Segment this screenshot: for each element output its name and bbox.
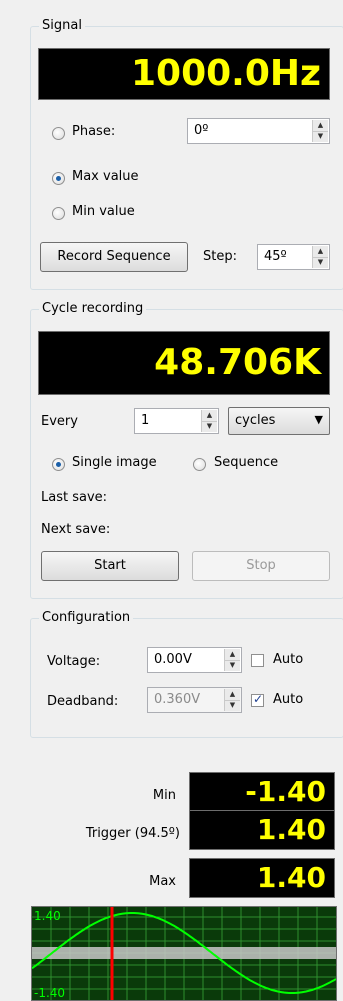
cycle-count-display: 48.706K — [38, 331, 330, 395]
cycle-recording-title: Cycle recording — [39, 301, 147, 316]
voltage-spinner-arrows: ▲ ▼ — [224, 649, 240, 671]
spinner-down-icon[interactable]: ▼ — [202, 421, 217, 432]
waveform-top-label: 1.40 — [34, 909, 61, 923]
step-label: Step: — [203, 249, 237, 264]
every-label: Every — [41, 414, 78, 429]
every-spinner[interactable]: 1 ▲ ▼ — [134, 408, 219, 434]
deadband-auto-checkbox[interactable]: ✓ — [251, 692, 264, 707]
chevron-down-icon: ▼ — [314, 413, 323, 426]
deadband-value[interactable]: 0.360V — [154, 692, 200, 707]
deadband-label: Deadband: — [47, 694, 119, 709]
deadband-auto-label: Auto — [273, 692, 304, 707]
record-sequence-button[interactable]: Record Sequence — [40, 242, 188, 272]
step-value[interactable]: 45º — [264, 249, 287, 264]
deadband-spinner[interactable]: 0.360V ▲ ▼ — [147, 687, 242, 713]
configuration-group: Configuration — [30, 610, 343, 738]
min-label: Min — [152, 788, 176, 803]
every-spinner-arrows: ▲ ▼ — [201, 410, 217, 432]
single-image-radio[interactable] — [52, 458, 65, 471]
voltage-auto-label: Auto — [273, 652, 304, 667]
next-save-label: Next save: — [41, 522, 111, 537]
trigger-label: Trigger (94.5º) — [85, 826, 180, 841]
voltage-value[interactable]: 0.00V — [154, 652, 192, 667]
sequence-radio[interactable] — [193, 458, 206, 471]
spinner-down-icon[interactable]: ▼ — [313, 131, 328, 142]
voltage-label: Voltage: — [47, 654, 101, 669]
cycle-unit-value: cycles — [235, 413, 276, 428]
deadband-band — [32, 947, 336, 959]
frequency-display: 1000.0Hz — [38, 48, 330, 100]
last-save-label: Last save: — [41, 490, 108, 505]
signal-group-title: Signal — [39, 18, 85, 33]
waveform-plot: 1.40 -1.40 — [32, 907, 336, 1000]
waveform-panel: 1.40 -1.40 — [31, 906, 337, 1001]
max-value-radio[interactable] — [52, 172, 65, 185]
checkmark-icon: ✓ — [253, 692, 264, 706]
min-readout: -1.40 — [189, 772, 335, 812]
voltage-spinner[interactable]: 0.00V ▲ ▼ — [147, 647, 242, 673]
waveform-bottom-label: -1.40 — [34, 986, 65, 1000]
trigger-readout: 1.40 — [189, 810, 335, 850]
step-spinner[interactable]: 45º ▲ ▼ — [257, 244, 330, 270]
min-value-label: Min value — [72, 204, 135, 219]
sequence-label: Sequence — [214, 455, 279, 470]
phase-spinner[interactable]: 0º ▲ ▼ — [187, 118, 330, 144]
spinner-down-icon[interactable]: ▼ — [225, 660, 240, 671]
spinner-down-icon[interactable]: ▼ — [225, 700, 240, 711]
start-button[interactable]: Start — [41, 551, 179, 581]
step-spinner-arrows: ▲ ▼ — [312, 246, 328, 268]
spinner-down-icon[interactable]: ▼ — [313, 257, 328, 268]
voltage-auto-checkbox[interactable] — [251, 654, 264, 667]
min-value-radio[interactable] — [52, 207, 65, 220]
cycle-unit-select[interactable]: cycles ▼ — [228, 407, 330, 435]
phase-label: Phase: — [72, 124, 116, 139]
max-label: Max — [149, 874, 176, 889]
deadband-spinner-arrows: ▲ ▼ — [224, 689, 240, 711]
phase-spinner-arrows: ▲ ▼ — [312, 120, 328, 142]
stop-button[interactable]: Stop — [192, 551, 330, 581]
phase-value[interactable]: 0º — [194, 123, 208, 138]
configuration-title: Configuration — [39, 610, 134, 625]
max-readout: 1.40 — [189, 858, 335, 898]
phase-radio[interactable] — [52, 127, 65, 140]
single-image-label: Single image — [72, 455, 157, 470]
max-value-label: Max value — [72, 169, 139, 184]
every-value[interactable]: 1 — [141, 413, 149, 428]
